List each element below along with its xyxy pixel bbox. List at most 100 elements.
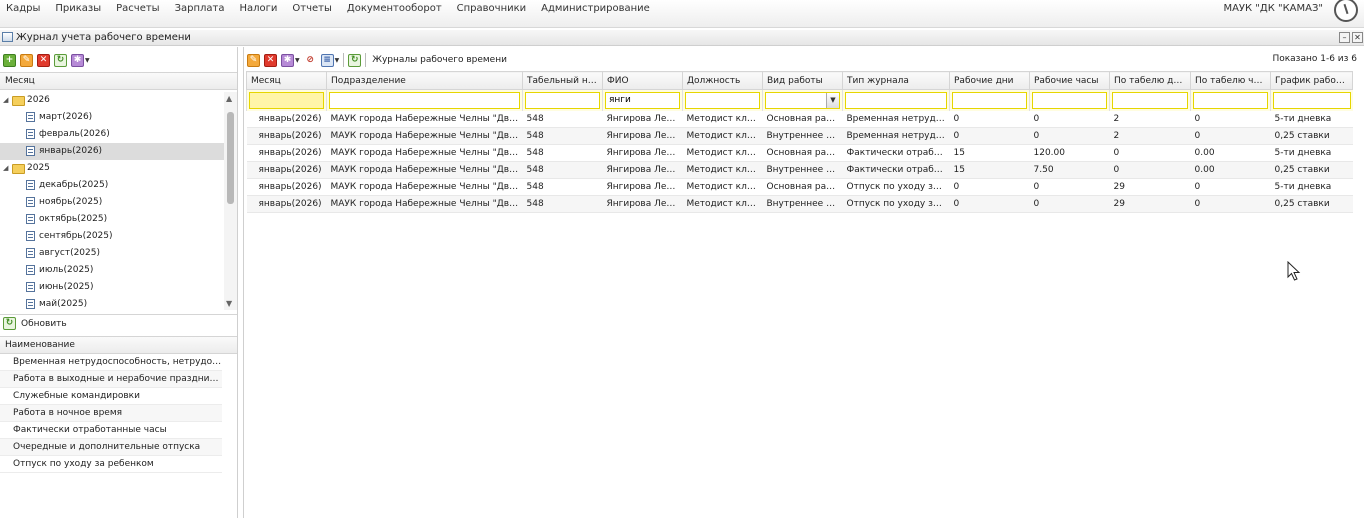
table-row[interactable]: январь(2026) МАУК города Набережные Челны…: [246, 110, 1353, 128]
table-cell: январь(2026): [246, 161, 327, 179]
menu-item[interactable]: Справочники: [457, 3, 527, 14]
refresh-icon[interactable]: ↻: [54, 53, 67, 67]
column-filter-input[interactable]: [1032, 91, 1107, 109]
tree-expander-icon[interactable]: ◢: [3, 92, 8, 109]
chevron-down-icon[interactable]: ▼: [85, 57, 90, 64]
column-header[interactable]: Должность: [682, 71, 763, 90]
work-type-filter-select[interactable]: ▼: [765, 91, 840, 109]
month-tree: ◢ 2026 март(2026) февраль(2026) январь(2026)…: [0, 92, 224, 310]
tree-month-node[interactable]: февраль(2026): [0, 126, 224, 143]
tree-month-node[interactable]: сентябрь(2025): [0, 228, 224, 245]
tree-month-node[interactable]: май(2025): [0, 296, 224, 310]
column-filter-input[interactable]: [1193, 91, 1268, 109]
table-row[interactable]: январь(2026) МАУК города Набережные Челны…: [246, 161, 1353, 179]
table-row[interactable]: январь(2026) МАУК города Набережные Челны…: [246, 195, 1353, 213]
minimize-button[interactable]: –: [1339, 32, 1350, 43]
close-window-button[interactable]: ✕: [1352, 32, 1363, 43]
column-header[interactable]: Вид работы: [762, 71, 843, 90]
main-menu: Кадры Приказы Расчеты Зарплата Налоги Отчеты Д…: [6, 3, 665, 14]
tree-expander-icon[interactable]: ◢: [3, 160, 8, 177]
names-column-header[interactable]: Наименование: [0, 336, 237, 354]
clear-filter-icon[interactable]: ⊘: [304, 54, 317, 67]
tree-month-node[interactable]: август(2025): [0, 245, 224, 262]
edit-button[interactable]: ✎: [20, 53, 33, 67]
table-row[interactable]: январь(2026) МАУК города Набережные Челны…: [246, 144, 1353, 162]
table-cell: Основная работа: [762, 110, 843, 128]
tree-month-node[interactable]: декабрь(2025): [0, 177, 224, 194]
journal-types-list: Временная нетрудоспособность, нетрудоспо…: [0, 354, 222, 473]
table-cell: 0: [1109, 161, 1191, 179]
tree-month-node[interactable]: октябрь(2025): [0, 211, 224, 228]
tree-month-node[interactable]: июль(2025): [0, 262, 224, 279]
refresh-button-label[interactable]: Обновить: [21, 319, 67, 329]
column-header[interactable]: Табельный ном...: [522, 71, 603, 90]
column-header[interactable]: Рабочие дни: [949, 71, 1030, 90]
menu-item[interactable]: Отчеты: [292, 3, 331, 14]
actions-menu-button[interactable]: ✱: [281, 53, 294, 67]
scroll-down-icon[interactable]: ▼: [226, 299, 232, 308]
menu-item[interactable]: Кадры: [6, 3, 40, 14]
tree-month-node[interactable]: март(2026): [0, 109, 224, 126]
tree-month-node[interactable]: июнь(2025): [0, 279, 224, 296]
filter-cell: [602, 89, 683, 111]
column-header[interactable]: Подразделение: [326, 71, 523, 90]
column-header[interactable]: Рабочие часы: [1029, 71, 1110, 90]
tree-month-node[interactable]: ноябрь(2025): [0, 194, 224, 211]
chevron-down-icon[interactable]: ▼: [826, 92, 839, 108]
column-header[interactable]: По табелю часов: [1190, 71, 1271, 90]
refresh-icon[interactable]: ↻: [348, 53, 362, 67]
journals-grid: Месяц Подразделение Табельный ном... ФИО Дол…: [246, 71, 1353, 213]
table-cell: 548: [522, 127, 603, 145]
scrollbar-thumb[interactable]: [227, 112, 234, 204]
tree-year-node[interactable]: ◢ 2026: [0, 92, 224, 109]
column-filter-input[interactable]: [1112, 91, 1188, 109]
menu-item[interactable]: Документооборот: [347, 3, 442, 14]
journal-type-item[interactable]: Отпуск по уходу за ребенком: [0, 456, 222, 473]
journal-type-item[interactable]: Работа в ночное время: [0, 405, 222, 422]
column-filter-input[interactable]: [1273, 91, 1351, 109]
journal-type-item[interactable]: Работа в выходные и нерабочие праздничны…: [0, 371, 222, 388]
tree-year-node[interactable]: ◢ 2025: [0, 160, 224, 177]
clock-icon[interactable]: [1334, 0, 1358, 22]
table-row[interactable]: январь(2026) МАУК города Набережные Челны…: [246, 127, 1353, 145]
journal-type-item[interactable]: Очередные и дополнительные отпуска: [0, 439, 222, 456]
journal-type-item[interactable]: Служебные командировки: [0, 388, 222, 405]
column-filter-input[interactable]: [329, 91, 520, 109]
column-filter-input[interactable]: [952, 91, 1027, 109]
refresh-icon[interactable]: ↻: [3, 317, 16, 330]
table-row[interactable]: январь(2026) МАУК города Набережные Челны…: [246, 178, 1353, 196]
column-header[interactable]: График рабоче...: [1270, 71, 1353, 90]
tree-scrollbar[interactable]: ▲ ▼: [224, 92, 237, 310]
menu-item[interactable]: Приказы: [55, 3, 101, 14]
journal-icon: [26, 214, 35, 224]
journal-type-item[interactable]: Временная нетрудоспособность, нетрудоспо…: [0, 354, 222, 371]
column-header[interactable]: Месяц: [246, 71, 327, 90]
chevron-down-icon[interactable]: ▼: [295, 57, 300, 64]
table-cell: 0: [1029, 195, 1110, 213]
menu-item[interactable]: Налоги: [239, 3, 277, 14]
delete-button[interactable]: ✕: [37, 53, 50, 67]
window-icon: [2, 32, 13, 42]
fio-filter-input[interactable]: [605, 91, 680, 109]
column-filter-input[interactable]: [685, 91, 760, 109]
delete-button[interactable]: ✕: [264, 53, 277, 67]
column-filter-input[interactable]: [845, 91, 947, 109]
column-filter-input[interactable]: [249, 91, 324, 109]
table-cell: Янгирова Лейл...: [602, 178, 683, 196]
add-button[interactable]: +: [3, 53, 16, 67]
journal-type-item[interactable]: Фактически отработанные часы: [0, 422, 222, 439]
tree-month-node[interactable]: январь(2026): [0, 143, 224, 160]
menu-item[interactable]: Расчеты: [116, 3, 159, 14]
menu-item[interactable]: Администрирование: [541, 3, 650, 14]
column-header[interactable]: По табелю дней: [1109, 71, 1191, 90]
scroll-up-icon[interactable]: ▲: [226, 94, 232, 103]
actions-menu-button[interactable]: ✱: [71, 53, 84, 67]
chevron-down-icon[interactable]: ▼: [335, 57, 340, 64]
tree-column-header[interactable]: Месяц: [0, 72, 237, 90]
menu-item[interactable]: Зарплата: [175, 3, 225, 14]
columns-menu-icon[interactable]: ≡: [320, 53, 334, 67]
column-header[interactable]: ФИО: [602, 71, 683, 90]
column-header[interactable]: Тип журнала: [842, 71, 950, 90]
edit-button[interactable]: ✎: [247, 53, 260, 67]
column-filter-input[interactable]: [525, 91, 600, 109]
